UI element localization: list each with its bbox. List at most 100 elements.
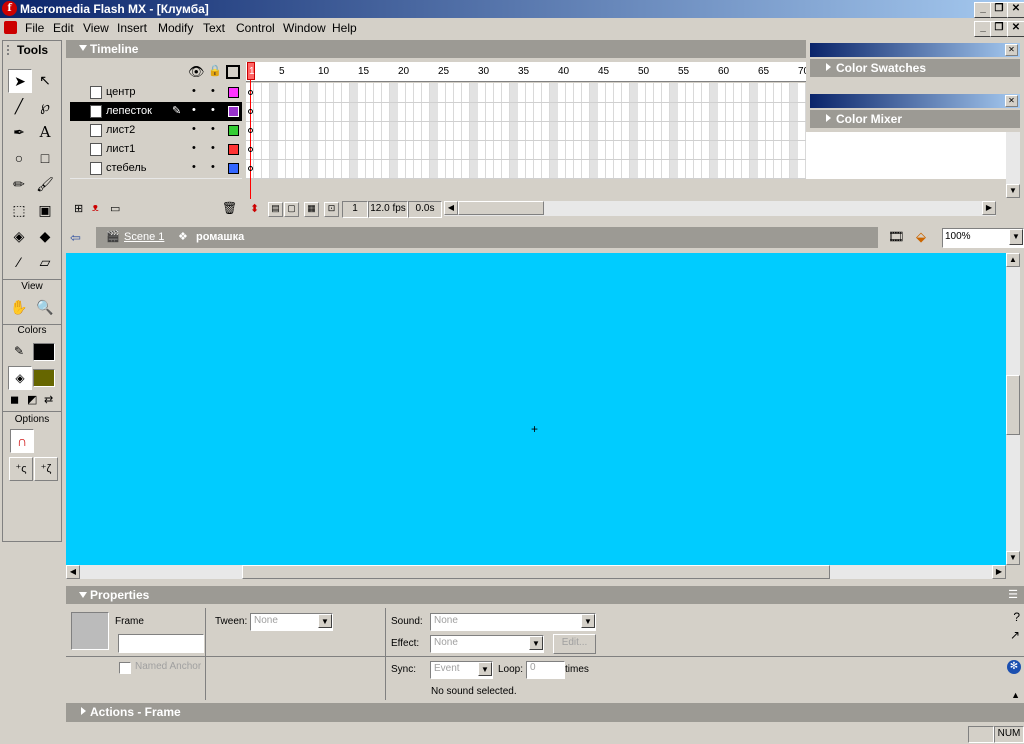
lasso-tool-icon[interactable]: ℘ xyxy=(34,95,56,117)
chevron-down-icon[interactable]: ▼ xyxy=(1009,229,1023,245)
straighten-icon[interactable]: ⁺ζ xyxy=(34,457,58,481)
layer-color-swatch[interactable] xyxy=(228,106,239,117)
lock-icon[interactable]: 🔒 xyxy=(208,64,222,77)
sound-select[interactable]: None ▼ xyxy=(430,613,596,631)
doc-restore-button[interactable]: ❐ xyxy=(990,21,1008,37)
menu-edit[interactable]: Edit xyxy=(53,21,74,35)
eraser-tool-icon[interactable]: ▱ xyxy=(34,251,56,273)
insert-layer-icon[interactable]: ⊞ xyxy=(74,202,83,215)
lock-dot[interactable]: • xyxy=(211,123,215,135)
menu-control[interactable]: Control xyxy=(236,21,275,35)
timeline-hscroll[interactable]: ◀ ▶ xyxy=(444,201,996,216)
add-guide-layer-icon[interactable]: ᴥ xyxy=(92,202,99,214)
menu-window[interactable]: Window xyxy=(283,21,326,35)
zoom-select[interactable]: 100% ▼ xyxy=(942,228,1024,248)
help-icon[interactable]: ? xyxy=(1013,610,1020,624)
layer-color-swatch[interactable] xyxy=(228,163,239,174)
collapse-arrow-icon[interactable] xyxy=(79,592,87,598)
doc-close-button[interactable]: ✕ xyxy=(1007,21,1024,37)
visibility-dot[interactable]: • xyxy=(192,142,196,154)
onion-skin-icon[interactable]: ▤ xyxy=(268,202,283,217)
menu-view[interactable]: View xyxy=(83,21,109,35)
swatches-titlebar[interactable]: ✕ xyxy=(810,43,1020,57)
insert-folder-icon[interactable]: ▭ xyxy=(110,202,120,215)
properties-header[interactable]: Properties xyxy=(66,586,1024,604)
line-tool-icon[interactable]: ╱ xyxy=(8,95,30,117)
oval-tool-icon[interactable]: ○ xyxy=(8,147,30,169)
close-button[interactable]: ✕ xyxy=(1007,2,1024,18)
scroll-up-arrow-icon[interactable]: ▲ xyxy=(1006,253,1020,267)
hand-tool-icon[interactable]: ✋ xyxy=(8,296,30,318)
scroll-thumb[interactable] xyxy=(458,201,544,215)
color-swatches-header[interactable]: Color Swatches xyxy=(810,59,1020,77)
layer-row-selected[interactable]: лепесток ✎ • • xyxy=(70,102,242,122)
scroll-thumb[interactable] xyxy=(1006,375,1020,435)
subselect-tool-icon[interactable]: ↖ xyxy=(34,69,56,91)
visibility-dot[interactable]: • xyxy=(192,85,196,97)
layer-color-swatch[interactable] xyxy=(228,144,239,155)
scroll-down-arrow-icon[interactable]: ▼ xyxy=(1006,551,1020,565)
sync-select[interactable]: Event ▼ xyxy=(430,661,493,679)
chevron-down-icon[interactable]: ▼ xyxy=(529,636,543,650)
default-colors-icon[interactable]: ◼ xyxy=(10,393,19,406)
tween-select[interactable]: None ▼ xyxy=(250,613,333,631)
menu-help[interactable]: Help xyxy=(332,21,357,35)
edit-sound-button[interactable]: Edit... xyxy=(553,634,596,654)
stroke-color-swatch[interactable] xyxy=(33,343,55,361)
frame-rate-field[interactable]: 12.0 fps xyxy=(368,201,408,218)
lock-dot[interactable]: • xyxy=(211,161,215,173)
actions-header[interactable]: Actions - Frame xyxy=(66,703,1024,722)
edit-scene-icon[interactable]: 🎞 xyxy=(888,229,905,245)
layer-row[interactable]: стебель • • xyxy=(70,159,242,179)
expand-arrow-icon[interactable] xyxy=(826,63,831,71)
chevron-down-icon[interactable]: ▼ xyxy=(581,614,595,628)
onion-outline-icon[interactable]: ▢ xyxy=(284,202,299,217)
restore-button[interactable]: ❐ xyxy=(990,2,1008,18)
layer-row[interactable]: центр • • xyxy=(70,83,242,103)
menu-modify[interactable]: Modify xyxy=(158,21,193,35)
delete-layer-icon[interactable]: 🗑 xyxy=(222,201,237,215)
collapse-props-icon[interactable]: ▲ xyxy=(1011,690,1020,700)
visibility-dot[interactable]: • xyxy=(192,104,196,116)
collapse-arrow-icon[interactable] xyxy=(79,45,87,51)
eye-icon[interactable]: 👁 xyxy=(188,64,205,80)
snap-to-objects-icon[interactable]: ∩ xyxy=(10,429,34,453)
layer-row[interactable]: лист2 • • xyxy=(70,121,242,141)
free-transform-tool-icon[interactable]: ⬚ xyxy=(8,199,30,221)
arrow-tool-icon[interactable]: ➤ xyxy=(8,69,32,93)
keyframe-icon[interactable] xyxy=(248,90,253,95)
scroll-right-arrow-icon[interactable]: ▶ xyxy=(992,565,1006,579)
center-frame-icon[interactable]: ⬍ xyxy=(250,202,259,215)
options-menu-icon[interactable]: ☰ xyxy=(1008,588,1018,601)
stage-vscroll[interactable]: ▲ ▼ xyxy=(1006,253,1020,565)
close-icon[interactable]: ✕ xyxy=(1005,44,1018,56)
lock-dot[interactable]: • xyxy=(211,104,215,116)
document-icon[interactable] xyxy=(4,21,17,34)
menu-text[interactable]: Text xyxy=(203,21,225,35)
layer-row[interactable]: лист1 • • xyxy=(70,140,242,160)
expand-arrow-icon[interactable] xyxy=(826,114,831,122)
scroll-down-arrow-icon[interactable]: ▼ xyxy=(1006,184,1020,198)
layer-color-swatch[interactable] xyxy=(228,87,239,98)
fill-color-swatch[interactable] xyxy=(33,369,55,387)
frame-name-input[interactable] xyxy=(118,634,204,653)
close-icon[interactable]: ✕ xyxy=(1005,95,1018,107)
edit-symbols-icon[interactable]: ⬙ xyxy=(916,229,926,245)
scroll-left-arrow-icon[interactable]: ◀ xyxy=(444,201,458,215)
stage[interactable]: + xyxy=(66,253,1006,565)
scroll-thumb[interactable] xyxy=(242,565,830,579)
swap-colors-icon[interactable]: ⇄ xyxy=(44,393,53,406)
layer-color-swatch[interactable] xyxy=(228,125,239,136)
visibility-dot[interactable]: • xyxy=(192,123,196,135)
rectangle-tool-icon[interactable]: □ xyxy=(34,147,56,169)
menu-file[interactable]: File xyxy=(25,21,44,35)
visibility-dot[interactable]: • xyxy=(192,161,196,173)
scroll-left-arrow-icon[interactable]: ◀ xyxy=(66,565,80,579)
modify-onion-markers-icon[interactable]: ⊡ xyxy=(324,202,339,217)
fill-transform-tool-icon[interactable]: ▣ xyxy=(34,199,56,221)
zoom-tool-icon[interactable]: 🔍 xyxy=(34,296,56,318)
keyframe-icon[interactable] xyxy=(248,128,253,133)
grip-icon[interactable] xyxy=(7,45,13,55)
mixer-titlebar[interactable]: ✕ xyxy=(810,94,1020,108)
flash-app-icon[interactable]: f xyxy=(2,1,17,16)
